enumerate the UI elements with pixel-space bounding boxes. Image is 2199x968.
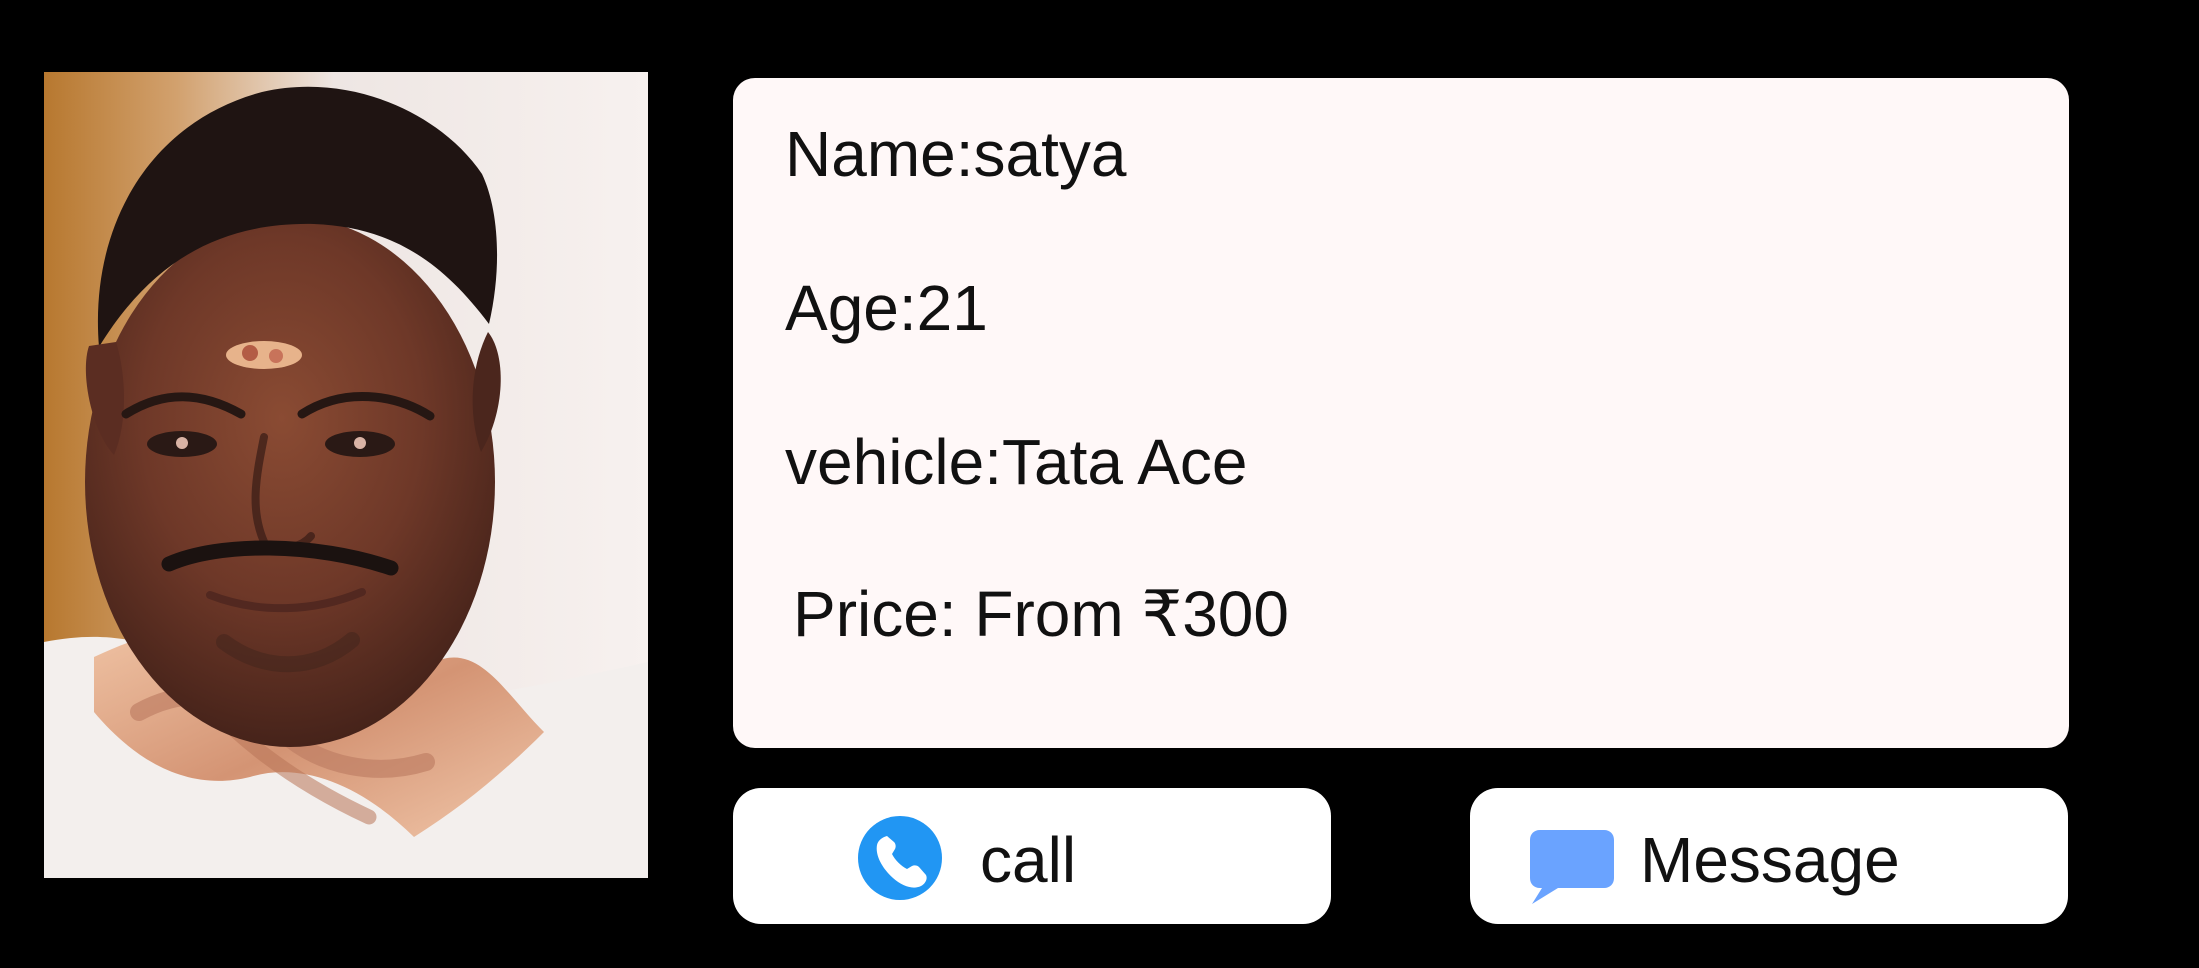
driver-vehicle: vehicle:Tata Ace <box>785 426 1248 498</box>
driver-photo <box>44 72 648 878</box>
call-button[interactable]: call <box>733 788 1331 924</box>
driver-name: Name:satya <box>785 118 1127 190</box>
message-button-label: Message <box>1640 824 1900 896</box>
call-button-label: call <box>980 824 1077 896</box>
driver-portrait-image <box>44 72 648 878</box>
driver-age: Age:21 <box>785 272 988 344</box>
driver-info-card: Name:satya Age:21 vehicle:Tata Ace Price… <box>733 78 2069 748</box>
message-button[interactable]: Message <box>1470 788 2068 924</box>
driver-price: Price: From ₹300 <box>793 578 1289 650</box>
chat-bubble-icon <box>1530 830 1614 904</box>
phone-icon <box>858 816 942 900</box>
forehead-mark <box>226 341 302 369</box>
